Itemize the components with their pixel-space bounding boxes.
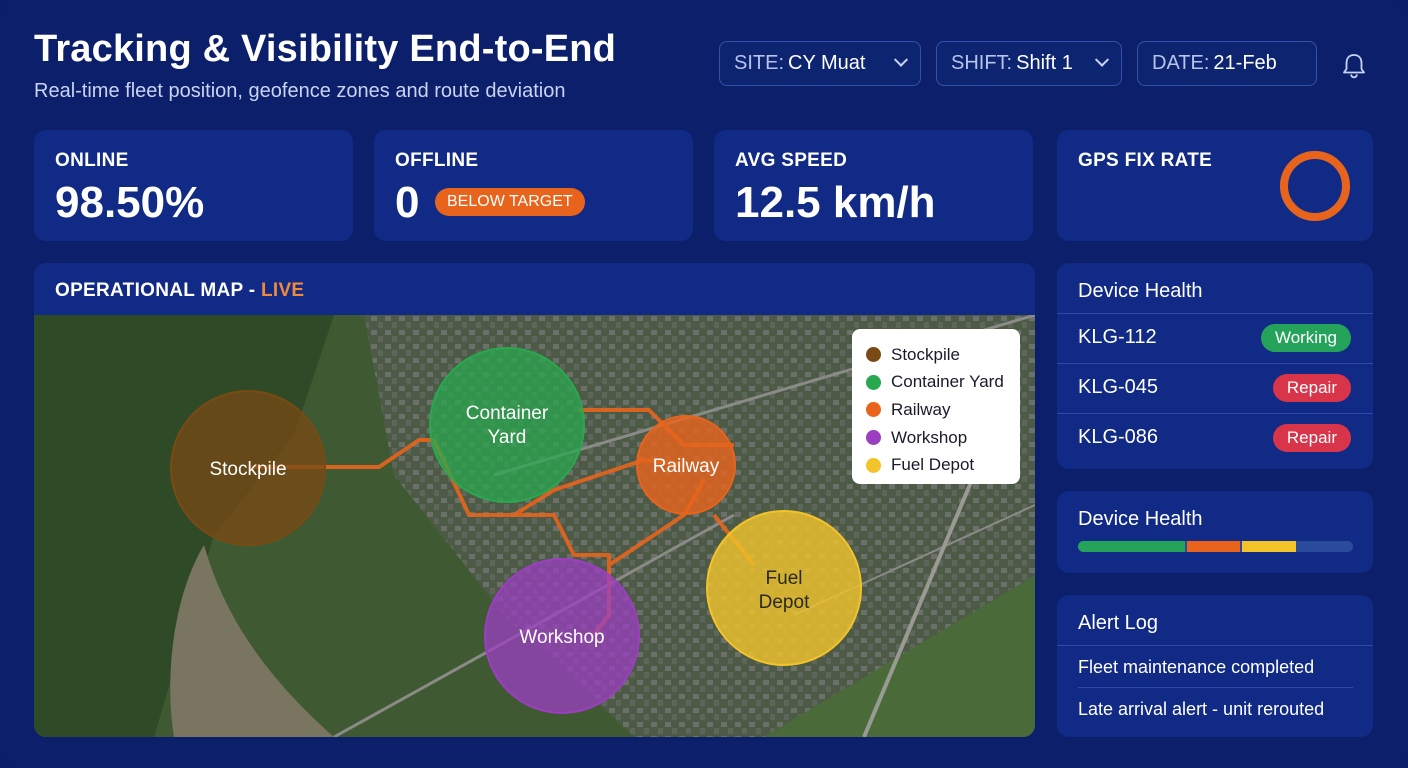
legend-dot <box>866 402 881 418</box>
device-health-summary-title: Device Health <box>1078 508 1203 530</box>
stockpile-label: Stockpile <box>209 459 286 480</box>
chevron-down-icon <box>1094 52 1110 67</box>
container-yard-label-line1: Container <box>466 403 549 424</box>
site-filter-label: SITE: <box>734 52 785 74</box>
legend-item: Workshop <box>866 424 1020 452</box>
container-yard-label-line2: Yard <box>488 427 527 448</box>
legend-item: Fuel Depot <box>866 451 1020 479</box>
site-filter-value: CY Muat <box>788 52 866 74</box>
status-badge: Working <box>1260 324 1351 352</box>
container-yard-zone[interactable] <box>429 347 585 503</box>
gps-fix-gauge-arc <box>1280 151 1350 221</box>
page-title: Tracking & Visibility End-to-End <box>34 28 617 70</box>
divider <box>1078 687 1353 688</box>
alert-item[interactable]: Fleet maintenance completed <box>1078 657 1353 678</box>
date-filter-value: 21-Feb <box>1213 52 1277 74</box>
legend-item: Container Yard <box>866 369 1020 397</box>
operational-map-card: OPERATIONAL MAP - LIVE Stockpile Contain… <box>34 263 1035 737</box>
legend-label: Workshop <box>891 427 968 447</box>
device-id: KLG-086 <box>1078 426 1159 448</box>
health-bar-segment <box>1242 541 1296 552</box>
live-indicator: LIVE <box>260 280 305 301</box>
device-row[interactable]: KLG-045 Repair <box>1057 363 1373 413</box>
alert-log-title: Alert Log <box>1078 612 1159 634</box>
date-filter-label: DATE: <box>1152 52 1210 74</box>
gps-fix-rate-card: GPS FIX RATE <box>1057 130 1373 241</box>
fuel-depot-label-line2: Depot <box>759 592 810 613</box>
site-filter-dropdown[interactable]: SITE: CY Muat <box>719 41 921 86</box>
shift-filter-value: Shift 1 <box>1016 52 1073 74</box>
chevron-down-icon <box>893 52 909 67</box>
avg-speed-value: 12.5 km/h <box>735 178 936 227</box>
gps-fix-rate-label: GPS FIX RATE <box>1078 150 1213 171</box>
bell-icon[interactable] <box>1336 48 1372 84</box>
offline-label: OFFLINE <box>395 150 479 171</box>
divider <box>1057 645 1373 646</box>
page-subtitle: Real-time fleet position, geofence zones… <box>34 80 566 102</box>
map-header: OPERATIONAL MAP - LIVE <box>55 280 304 302</box>
health-bar-segment <box>1186 541 1241 552</box>
legend-dot <box>866 374 881 390</box>
below-target-badge: BELOW TARGET <box>435 188 585 216</box>
shift-filter-dropdown[interactable]: SHIFT: Shift 1 <box>936 41 1122 86</box>
health-bar-segment <box>1297 541 1352 552</box>
online-kpi-card: ONLINE 98.50% <box>34 130 353 241</box>
status-badge: Repair <box>1272 424 1351 452</box>
legend-item: Stockpile <box>866 341 1020 369</box>
legend-dot <box>866 457 881 473</box>
gps-fix-gauge <box>1280 151 1350 221</box>
online-label: ONLINE <box>55 150 129 171</box>
avg-speed-label: AVG SPEED <box>735 150 848 171</box>
legend-dot <box>866 430 881 446</box>
avg-speed-kpi-card: AVG SPEED 12.5 km/h <box>714 130 1033 241</box>
health-bar-segment <box>1078 541 1185 552</box>
device-health-bar <box>1078 541 1353 552</box>
date-filter[interactable]: DATE: 21-Feb <box>1137 41 1317 86</box>
map-title: OPERATIONAL MAP - <box>55 280 261 301</box>
device-id: KLG-045 <box>1078 376 1159 398</box>
fuel-depot-label-line1: Fuel <box>766 568 803 589</box>
device-health-title: Device Health <box>1078 280 1203 302</box>
alert-item[interactable]: Late arrival alert - unit rerouted <box>1078 699 1353 720</box>
status-badge: Repair <box>1272 374 1351 402</box>
legend-item: Railway <box>866 396 1020 424</box>
offline-kpi-card: OFFLINE 0 BELOW TARGET <box>374 130 693 241</box>
alert-log-card: Alert Log Fleet maintenance completed La… <box>1057 595 1373 737</box>
online-value: 98.50% <box>55 178 205 227</box>
legend-label: Fuel Depot <box>891 455 975 475</box>
map-legend: Stockpile Container Yard Railway Worksho… <box>852 329 1020 484</box>
workshop-label: Workshop <box>519 627 604 648</box>
device-row[interactable]: KLG-086 Repair <box>1057 413 1373 463</box>
device-id: KLG-112 <box>1078 326 1157 348</box>
device-health-card: Device Health KLG-112 Working KLG-045 Re… <box>1057 263 1373 469</box>
railway-label: Railway <box>653 456 720 477</box>
legend-label: Railway <box>891 399 951 419</box>
legend-dot <box>866 347 881 363</box>
offline-value: 0 <box>395 178 420 227</box>
device-row[interactable]: KLG-112 Working <box>1057 313 1373 363</box>
legend-label: Stockpile <box>891 344 960 364</box>
legend-label: Container Yard <box>891 372 1004 392</box>
shift-filter-label: SHIFT: <box>951 52 1013 74</box>
device-health-summary-card: Device Health <box>1057 491 1373 573</box>
